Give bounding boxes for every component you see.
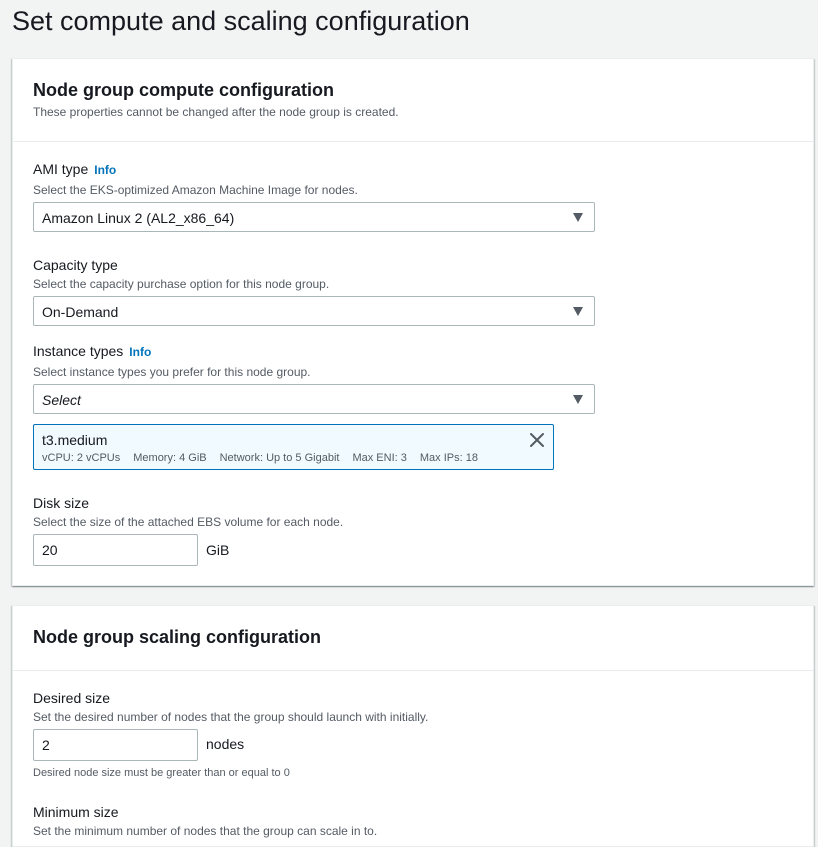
disk-size-label: Disk size (33, 495, 90, 511)
ami-type-info-link[interactable]: Info (94, 163, 116, 177)
instance-types-label: Instance types (33, 343, 124, 359)
desired-size-input[interactable] (33, 729, 198, 761)
instance-type-token: t3.medium vCPU: 2 vCPUs Memory: 4 GiB Netw… (33, 424, 554, 470)
disk-size-input[interactable] (33, 534, 198, 566)
disk-size-description: Select the size of the attached EBS volu… (33, 515, 344, 529)
ami-type-description: Select the EKS-optimized Amazon Machine … (33, 183, 358, 197)
desired-size-constraint: Desired node size must be greater than o… (33, 767, 290, 779)
desired-size-unit: nodes (206, 736, 245, 752)
ami-type-label: AMI type (33, 161, 89, 177)
token-network: Network: Up to 5 Gigabit (219, 452, 340, 464)
token-memory: Memory: 4 GiB (133, 452, 207, 464)
page-title: Set compute and scaling configuration (12, 6, 470, 36)
caret-down-icon (573, 307, 583, 316)
capacity-type-value: On-Demand (42, 304, 119, 320)
capacity-type-select[interactable]: On-Demand (33, 296, 595, 326)
scaling-configuration-panel: Node group scaling configuration Desired… (12, 605, 814, 847)
token-max-ips: Max IPs: 18 (419, 452, 478, 464)
scaling-panel-header: Node group scaling configuration (13, 606, 813, 671)
token-vcpu: vCPU: 2 vCPUs (42, 452, 121, 464)
ami-type-value: Amazon Linux 2 (AL2_x86_64) (42, 210, 235, 226)
capacity-type-label: Capacity type (33, 257, 118, 273)
capacity-type-description: Select the capacity purchase option for … (33, 277, 330, 291)
compute-panel-header: Node group compute configuration These p… (13, 59, 813, 142)
compute-panel-title: Node group compute configuration (33, 80, 334, 100)
compute-configuration-panel: Node group compute configuration These p… (12, 58, 814, 586)
minimum-size-description: Set the minimum number of nodes that the… (33, 824, 378, 838)
close-icon[interactable] (529, 432, 545, 448)
desired-size-description: Set the desired number of nodes that the… (33, 710, 429, 724)
ami-type-label-row: AMI type Info (33, 161, 116, 179)
compute-panel-description: These properties cannot be changed after… (33, 105, 399, 119)
instance-type-token-details: vCPU: 2 vCPUs Memory: 4 GiB Network: Up to… (42, 452, 491, 464)
instance-types-select[interactable]: Select (33, 384, 595, 414)
ami-type-select[interactable]: Amazon Linux 2 (AL2_x86_64) (33, 202, 595, 232)
disk-size-unit: GiB (206, 542, 230, 558)
instance-types-label-row: Instance types Info (33, 343, 151, 361)
token-max-eni: Max ENI: 3 (352, 452, 407, 464)
desired-size-label: Desired size (33, 690, 111, 706)
scaling-panel-title: Node group scaling configuration (33, 627, 321, 647)
minimum-size-label: Minimum size (33, 804, 119, 820)
caret-down-icon (573, 395, 583, 404)
instance-types-placeholder: Select (42, 392, 81, 408)
instance-types-description: Select instance types you prefer for thi… (33, 365, 311, 379)
instance-types-info-link[interactable]: Info (129, 345, 151, 359)
instance-type-token-name: t3.medium (42, 432, 108, 448)
caret-down-icon (573, 213, 583, 222)
